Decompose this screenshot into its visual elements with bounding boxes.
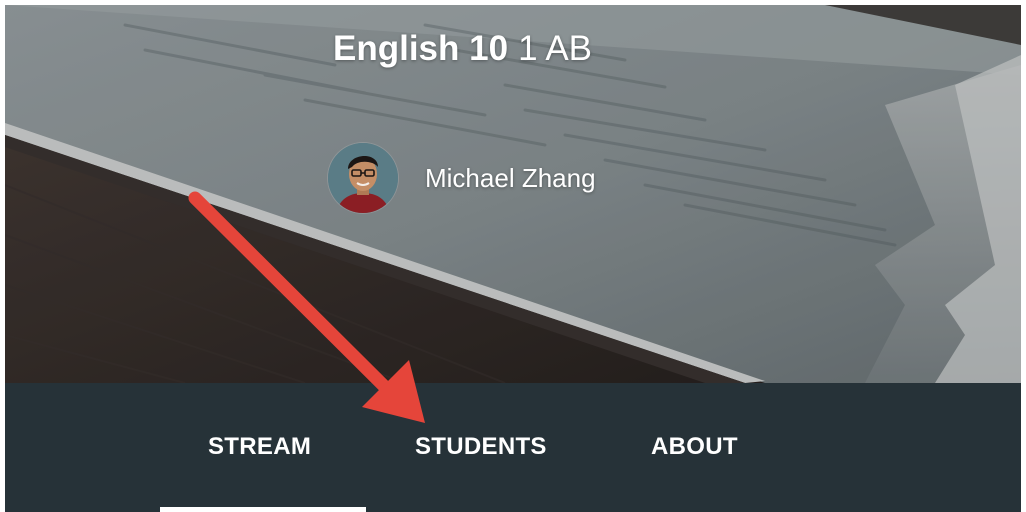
- class-title: English 10 1 AB: [333, 27, 592, 71]
- teacher-avatar: [328, 143, 398, 213]
- tab-stream[interactable]: STREAM: [208, 430, 311, 464]
- tab-bar: STREAM STUDENTS ABOUT: [5, 383, 1021, 512]
- header-banner: English 10 1 AB Michael Zhang: [5, 5, 1021, 383]
- course-name: English 10: [333, 29, 509, 68]
- teacher-info: Michael Zhang: [328, 140, 596, 216]
- tab-about[interactable]: ABOUT: [651, 430, 738, 464]
- tab-students[interactable]: STUDENTS: [415, 430, 547, 464]
- teacher-name: Michael Zhang: [425, 162, 596, 193]
- avatar-photo-icon: [328, 143, 398, 213]
- active-tab-indicator: [160, 507, 366, 512]
- classroom-header: English 10 1 AB Michael Zhang STREAM STU…: [5, 5, 1021, 512]
- course-section: 1 AB: [518, 29, 593, 68]
